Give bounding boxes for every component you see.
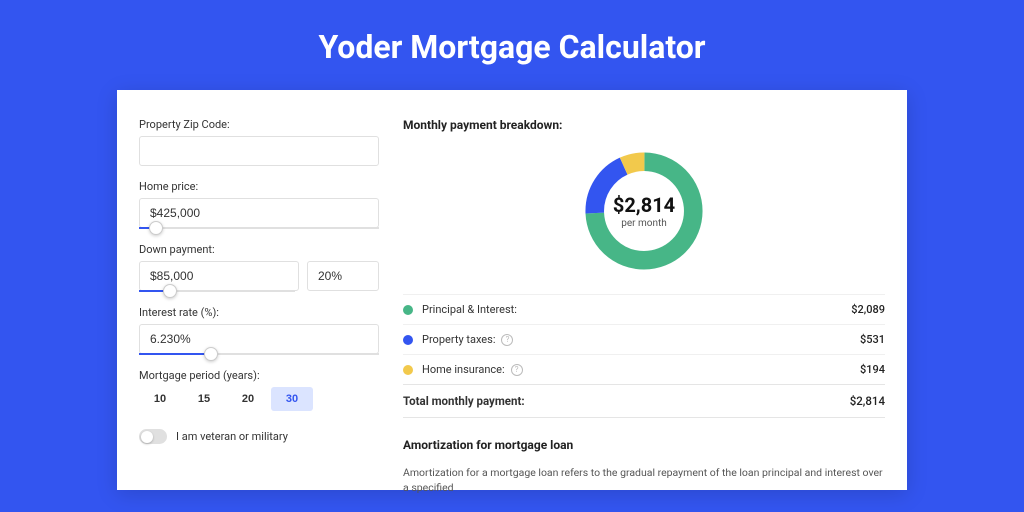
interest-rate-slider[interactable]: [139, 353, 379, 355]
breakdown-row: Property taxes:? $531: [403, 324, 885, 354]
total-row: Total monthly payment: $2,814: [403, 384, 885, 418]
info-icon[interactable]: ?: [501, 334, 513, 346]
down-payment-percent-input[interactable]: [307, 261, 379, 291]
form-column: Property Zip Code: Home price: Down paym…: [139, 118, 379, 462]
veteran-toggle-row: I am veteran or military: [139, 429, 379, 444]
breakdown-column: Monthly payment breakdown: $2,814 per mo…: [403, 118, 885, 462]
donut-chart: $2,814 per month: [403, 146, 885, 276]
home-price-slider-thumb[interactable]: [149, 221, 163, 235]
period-button-20[interactable]: 20: [227, 387, 269, 411]
home-price-input[interactable]: [139, 198, 379, 228]
breakdown-label: Home insurance:: [422, 363, 505, 376]
period-button-15[interactable]: 15: [183, 387, 225, 411]
total-value: $2,814: [850, 394, 885, 408]
donut-amount: $2,814: [613, 193, 675, 217]
legend-dot: [403, 335, 413, 345]
interest-rate-input[interactable]: [139, 324, 379, 354]
period-button-30[interactable]: 30: [271, 387, 313, 411]
veteran-toggle-label: I am veteran or military: [176, 430, 288, 443]
breakdown-heading: Monthly payment breakdown:: [403, 118, 885, 132]
interest-rate-slider-thumb[interactable]: [204, 347, 218, 361]
zip-field-group: Property Zip Code:: [139, 118, 379, 166]
zip-label: Property Zip Code:: [139, 118, 379, 131]
page-title: Yoder Mortgage Calculator: [318, 28, 705, 66]
home-price-label: Home price:: [139, 180, 379, 193]
breakdown-label: Property taxes:: [422, 333, 495, 346]
breakdown-value: $531: [860, 333, 885, 346]
breakdown-row: Principal & Interest: $2,089: [403, 294, 885, 324]
legend-dot: [403, 305, 413, 315]
breakdown-label: Principal & Interest:: [422, 303, 517, 316]
veteran-toggle-knob: [141, 431, 153, 443]
calculator-card: Property Zip Code: Home price: Down paym…: [117, 90, 907, 490]
total-label: Total monthly payment:: [403, 394, 525, 408]
amortization-block: Amortization for mortgage loan Amortizat…: [403, 438, 885, 495]
down-payment-field-group: Down payment:: [139, 243, 379, 292]
period-button-10[interactable]: 10: [139, 387, 181, 411]
zip-input[interactable]: [139, 136, 379, 166]
breakdown-rows: Principal & Interest: $2,089 Property taxe…: [403, 294, 885, 384]
veteran-toggle[interactable]: [139, 429, 167, 444]
info-icon[interactable]: ?: [511, 364, 523, 376]
interest-rate-slider-fill: [139, 353, 211, 355]
breakdown-row: Home insurance:? $194: [403, 354, 885, 384]
interest-rate-label: Interest rate (%):: [139, 306, 379, 319]
interest-rate-field-group: Interest rate (%):: [139, 306, 379, 355]
home-price-slider[interactable]: [139, 227, 379, 229]
down-payment-slider-thumb[interactable]: [163, 284, 177, 298]
down-payment-slider[interactable]: [139, 290, 295, 292]
down-payment-label: Down payment:: [139, 243, 379, 256]
donut-center: $2,814 per month: [613, 193, 675, 229]
amortization-text: Amortization for a mortgage loan refers …: [403, 466, 885, 495]
amortization-heading: Amortization for mortgage loan: [403, 438, 885, 452]
mortgage-period-label: Mortgage period (years):: [139, 369, 379, 382]
breakdown-value: $2,089: [851, 303, 885, 316]
home-price-field-group: Home price:: [139, 180, 379, 229]
donut-sub: per month: [613, 218, 675, 229]
mortgage-period-buttons: 10152030: [139, 387, 379, 411]
breakdown-value: $194: [860, 363, 885, 376]
mortgage-period-field-group: Mortgage period (years): 10152030: [139, 369, 379, 411]
legend-dot: [403, 365, 413, 375]
